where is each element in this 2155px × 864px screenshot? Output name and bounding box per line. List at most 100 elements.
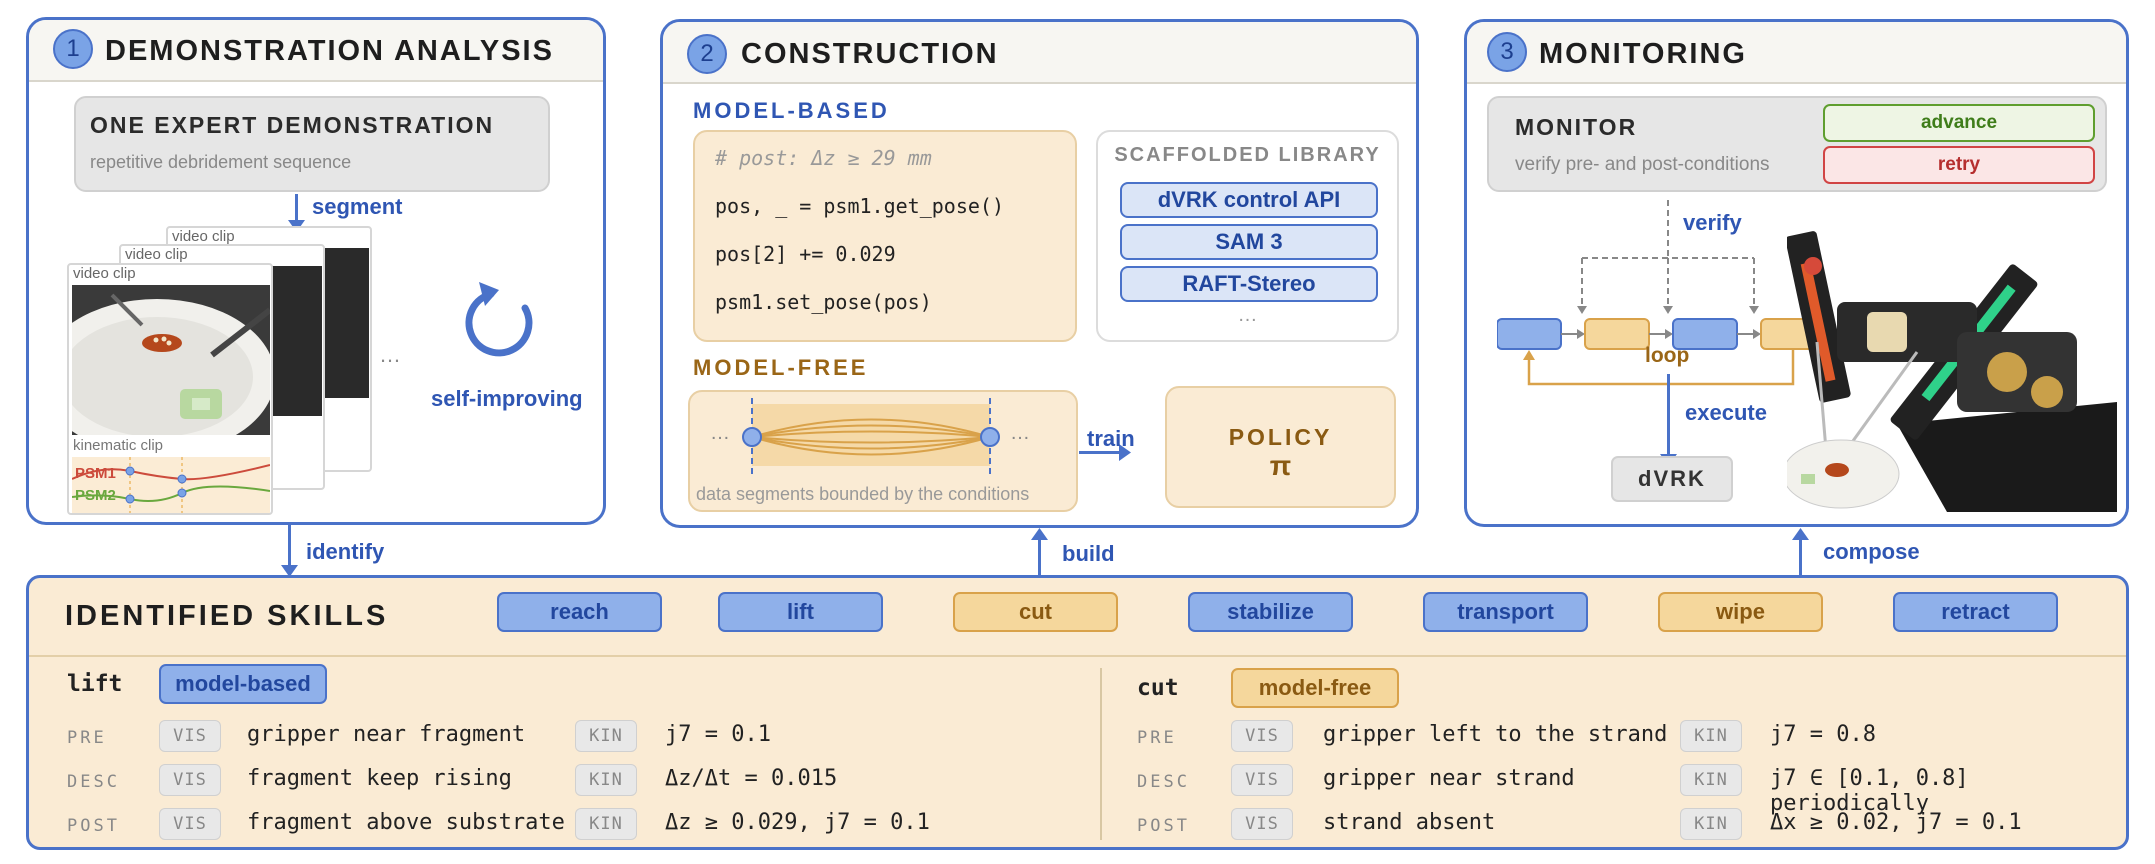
monitoring-panel: 3 MONITORING MONITOR verify pre- and pos…: [1464, 19, 2129, 527]
scaffolded-library-box: SCAFFOLDED LIBRARY dVRK control API SAM …: [1096, 130, 1399, 342]
verify-label: verify: [1683, 210, 1742, 235]
identify-arrow-line: [288, 525, 291, 567]
demonstration-analysis-panel: 1 DEMONSTRATION ANALYSIS ONE EXPERT DEMO…: [26, 17, 606, 525]
vis-tag: VIS: [159, 720, 221, 752]
skill-chip-cut[interactable]: cut: [953, 592, 1118, 632]
skill-chip-retract[interactable]: retract: [1893, 592, 2058, 632]
kin-condition: Δz/Δt = 0.015: [665, 766, 838, 791]
code-line: pos, _ = psm1.get_pose(): [715, 194, 1004, 218]
vis-condition: fragment above substrate: [247, 810, 565, 835]
skill-chip-stabilize[interactable]: stabilize: [1188, 592, 1353, 632]
skill-chip-wipe[interactable]: wipe: [1658, 592, 1823, 632]
skill-chip-reach[interactable]: reach: [497, 592, 662, 632]
code-comment: # post: Δz ≥ 29 mm: [715, 146, 932, 170]
vis-tag: VIS: [1231, 808, 1293, 840]
video-clip-label: video clip: [125, 246, 188, 263]
kin-condition: j7 = 0.8: [1770, 722, 1876, 747]
row-key-desc: DESC: [1137, 772, 1190, 792]
skill-chip-transport[interactable]: transport: [1423, 592, 1588, 632]
kin-tag: KIN: [575, 764, 637, 796]
policy-box: POLICY π: [1165, 386, 1396, 508]
code-line: pos[2] += 0.029: [715, 242, 896, 266]
skills-divider: [29, 655, 2126, 657]
segments-caption: data segments bounded by the conditions: [696, 484, 1030, 504]
vis-tag: VIS: [159, 808, 221, 840]
build-arrow-line: [1038, 538, 1041, 576]
build-label: build: [1062, 541, 1115, 566]
library-item-dvrk-api[interactable]: dVRK control API: [1120, 182, 1378, 218]
skill-name-left: lift: [67, 671, 123, 697]
kin-condition: Δx ≥ 0.02, j7 = 0.1: [1770, 810, 2022, 835]
policy-label: POLICY: [1228, 424, 1333, 450]
library-title: SCAFFOLDED LIBRARY: [1114, 144, 1381, 166]
step-number-badge: 3: [1487, 32, 1527, 72]
skills-vertical-divider: [1100, 668, 1102, 840]
code-box: # post: Δz ≥ 29 mm pos, _ = psm1.get_pos…: [693, 130, 1077, 342]
clips-ellipsis: …: [379, 342, 401, 367]
skills-title: IDENTIFIED SKILLS: [65, 600, 389, 632]
library-item-sam3[interactable]: SAM 3: [1120, 224, 1378, 260]
execute-label: execute: [1685, 400, 1767, 425]
model-free-label: MODEL-FREE: [693, 355, 869, 380]
kin-tag: KIN: [1680, 720, 1742, 752]
monitor-subtitle: verify pre- and post-conditions: [1515, 154, 1770, 175]
skill-type-badge-left: model-based: [159, 664, 327, 704]
vis-condition: gripper near fragment: [247, 722, 526, 747]
vis-condition: strand absent: [1323, 810, 1496, 835]
skill-chip-lift[interactable]: lift: [718, 592, 883, 632]
psm1-label: PSM1: [75, 465, 116, 482]
kin-condition: j7 ∈ [0.1, 0.8] periodically: [1770, 766, 1969, 816]
skill-name-right: cut: [1137, 675, 1179, 701]
row-key-pre: PRE: [67, 728, 107, 748]
kin-tag: KIN: [1680, 808, 1742, 840]
kin-condition: Δz ≥ 0.029, j7 = 0.1: [665, 810, 930, 835]
video-clip-label: video clip: [172, 228, 235, 245]
vis-tag: VIS: [1231, 764, 1293, 796]
expert-demonstration-box: ONE EXPERT DEMONSTRATION repetitive debr…: [74, 96, 550, 192]
dvrk-robot-image: [1787, 231, 2117, 512]
library-item-raft-stereo[interactable]: RAFT-Stereo: [1120, 266, 1378, 302]
library-ellipsis: …: [1237, 304, 1258, 326]
kin-condition: j7 = 0.1: [665, 722, 771, 747]
compose-arrow-line: [1799, 538, 1802, 576]
segments-ellipsis-right: …: [1010, 422, 1030, 444]
row-key-post: POST: [67, 816, 120, 836]
loop-label: loop: [1645, 344, 1690, 367]
advance-button[interactable]: advance: [1823, 104, 2095, 142]
skill-type-badge-right: model-free: [1231, 668, 1399, 708]
train-label: train: [1087, 426, 1135, 451]
data-segments-box: … … data segments bounded by the conditi…: [688, 390, 1078, 512]
psm2-label: PSM2: [75, 487, 116, 504]
video-clip-label: video clip: [73, 265, 136, 282]
row-key-desc: DESC: [67, 772, 120, 792]
kinematic-clip-label: kinematic clip: [73, 437, 164, 454]
retry-button[interactable]: retry: [1823, 146, 2095, 184]
execute-arrow-line: [1667, 374, 1670, 458]
dvrk-box: dVRK: [1611, 456, 1733, 502]
panel-title: MONITORING: [1539, 38, 1747, 70]
kin-tag: KIN: [575, 808, 637, 840]
step-number-badge: 2: [687, 34, 727, 74]
kin-tag: KIN: [575, 720, 637, 752]
step-number-badge: 1: [53, 29, 93, 69]
build-arrow-head: [1031, 528, 1048, 540]
code-line: psm1.set_pose(pos): [715, 290, 932, 314]
identify-label: identify: [306, 539, 385, 564]
vis-tag: VIS: [159, 764, 221, 796]
vis-condition: fragment keep rising: [247, 766, 512, 791]
model-based-label: MODEL-BASED: [693, 98, 890, 123]
construction-panel: 2 CONSTRUCTION MODEL-BASED # post: Δz ≥ …: [660, 19, 1419, 528]
surgical-scene-image: [72, 285, 270, 435]
segment-label: segment: [312, 194, 403, 219]
self-improving-icon: [465, 282, 533, 357]
compose-label: compose: [1823, 539, 1920, 564]
vis-condition: gripper left to the strand: [1323, 722, 1668, 747]
row-key-pre: PRE: [1137, 728, 1177, 748]
panel-title: DEMONSTRATION ANALYSIS: [105, 35, 554, 67]
vis-condition: gripper near strand: [1323, 766, 1575, 791]
policy-symbol: π: [1269, 450, 1292, 481]
demonstration-subtitle: repetitive debridement sequence: [90, 152, 352, 172]
compose-arrow-head: [1792, 528, 1809, 540]
row-key-post: POST: [1137, 816, 1190, 836]
panel-title: CONSTRUCTION: [741, 38, 999, 70]
